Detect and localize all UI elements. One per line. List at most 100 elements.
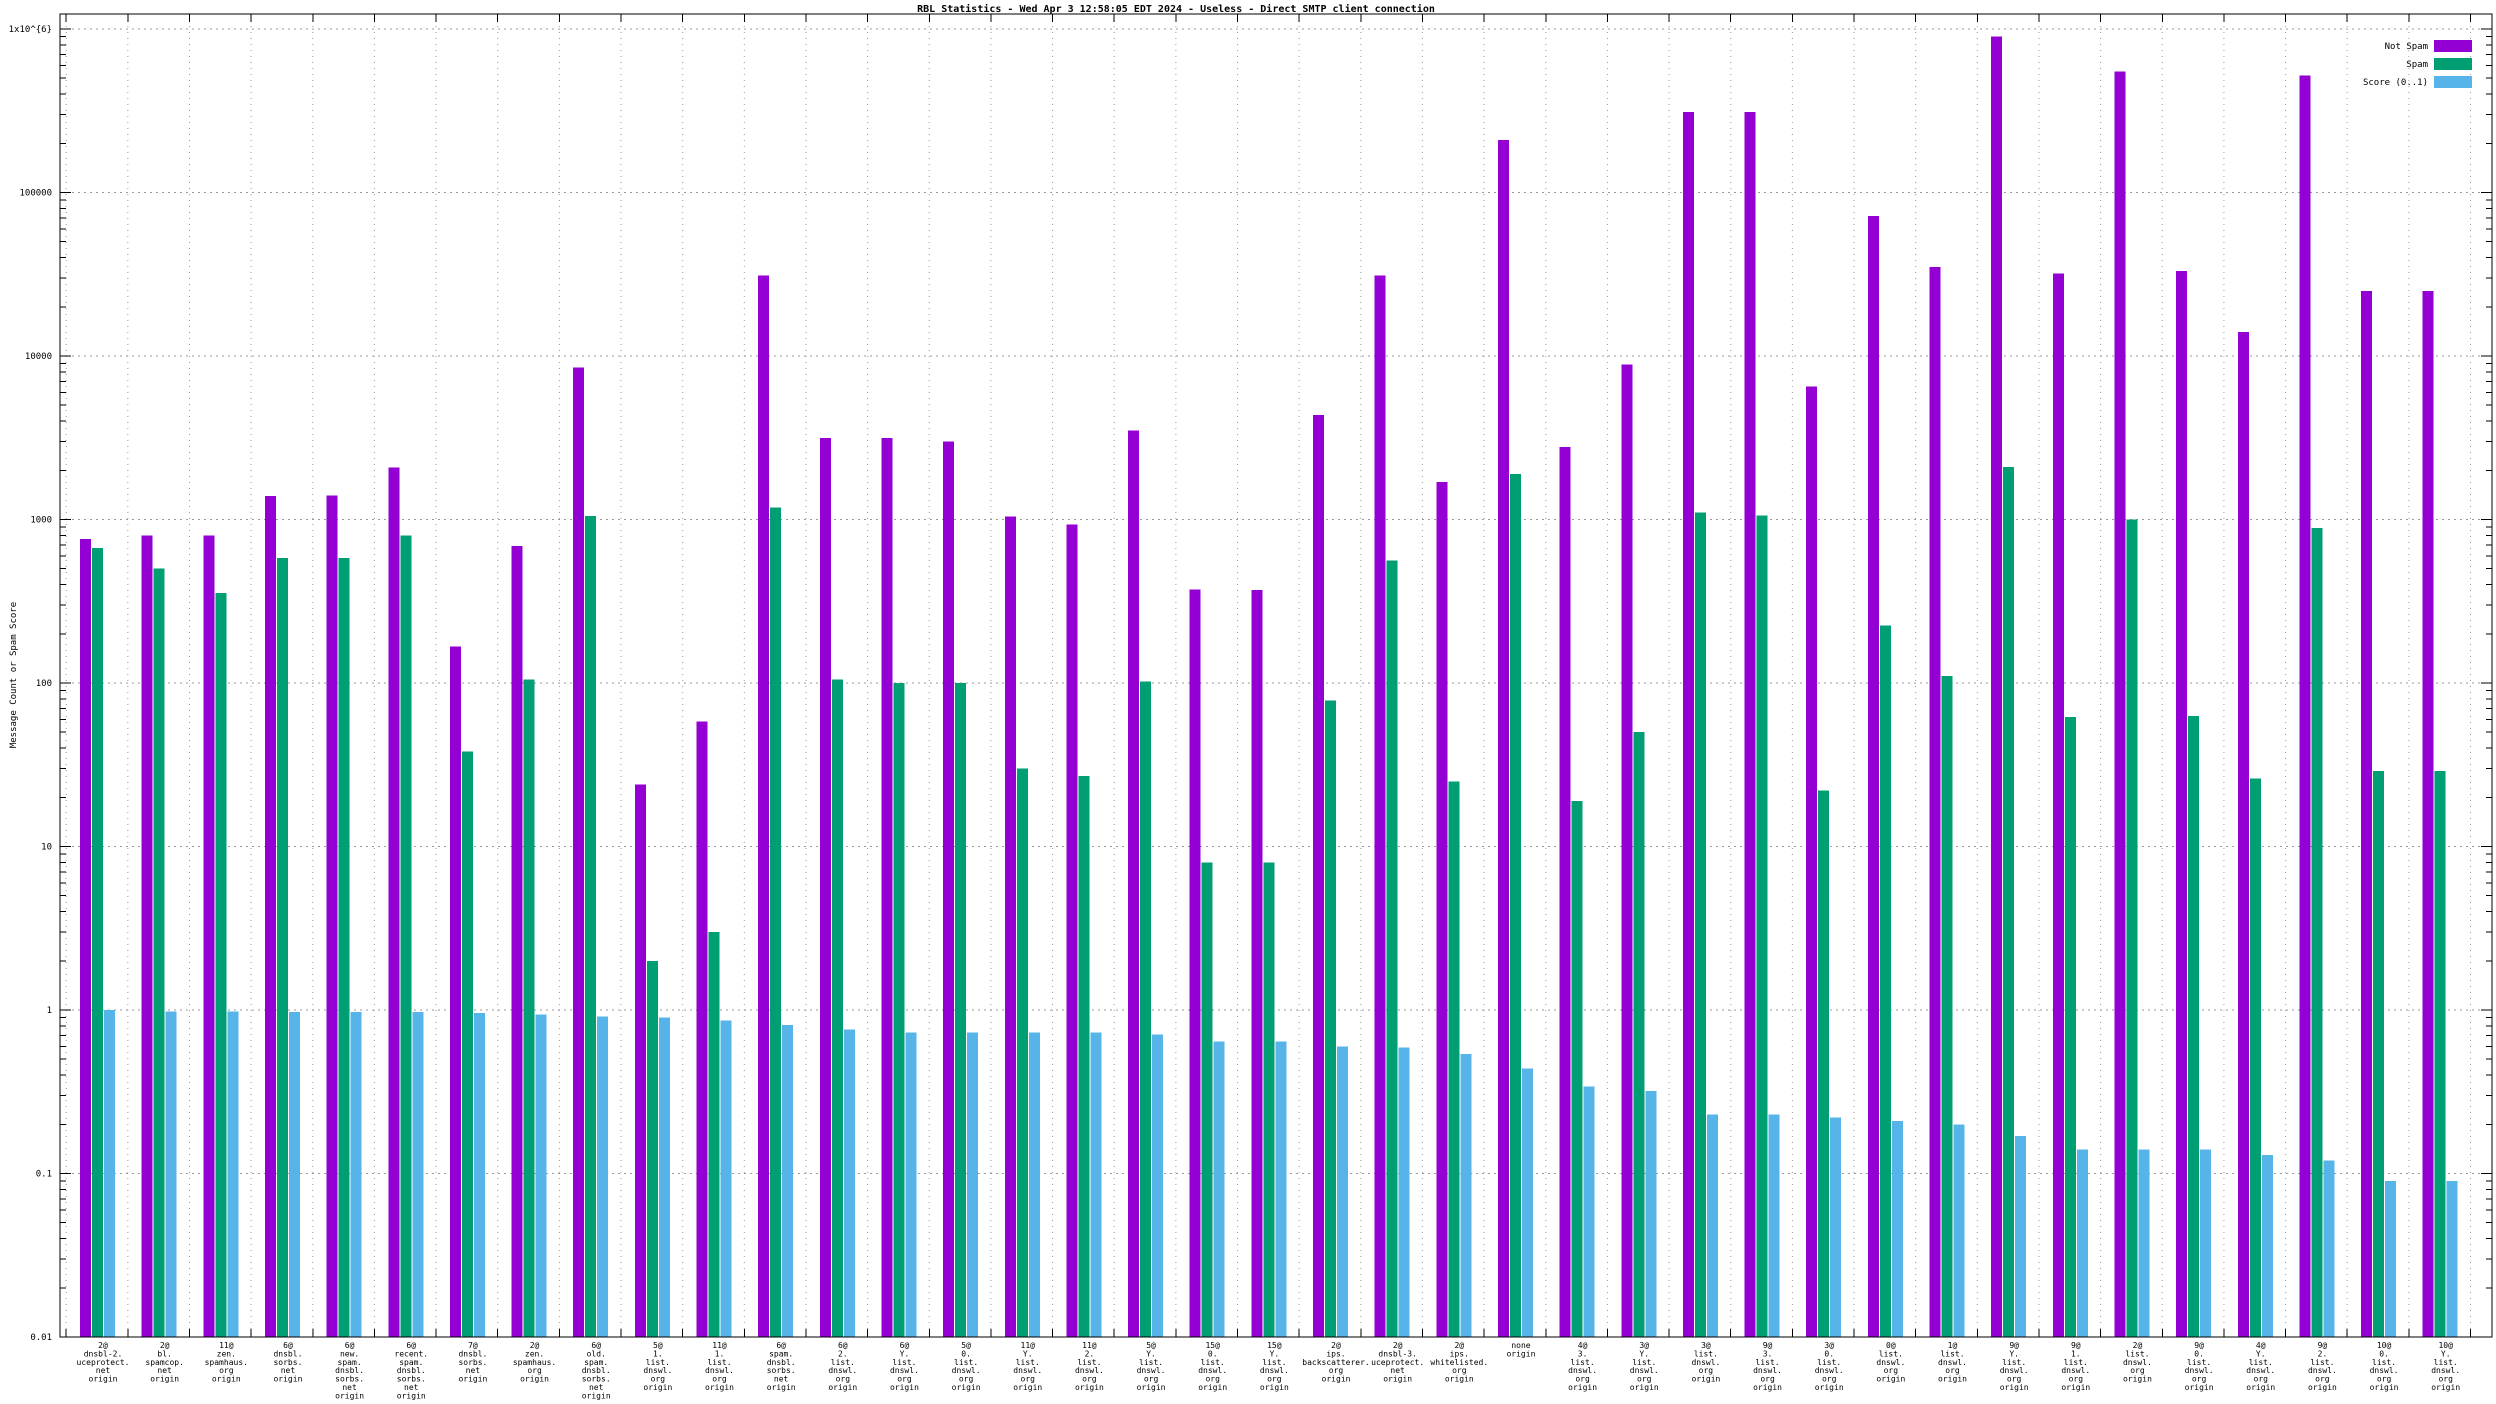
bar-not-spam	[1868, 216, 1879, 1337]
bar-not-spam	[1436, 482, 1447, 1337]
bar-spam	[1818, 791, 1829, 1337]
bar-spam	[277, 558, 288, 1337]
bar-not-spam	[1560, 447, 1571, 1337]
bar-spam	[647, 961, 658, 1337]
x-category-label: origin	[643, 1383, 672, 1392]
bar-not-spam	[2423, 291, 2434, 1337]
legend-label: Score (0..1)	[2363, 78, 2428, 88]
bar-not-spam	[2114, 71, 2125, 1337]
bar-spam	[2003, 467, 2014, 1337]
bar-spam	[709, 932, 720, 1337]
bar-not-spam	[881, 438, 892, 1337]
x-category-label: origin	[1876, 1375, 1905, 1384]
bar-spam	[524, 680, 535, 1337]
bar-spam	[2373, 771, 2384, 1337]
bar-spam	[400, 535, 411, 1337]
y-tick-label: 0.01	[30, 1333, 52, 1343]
y-tick-label: 100000	[19, 189, 52, 199]
bar-spam	[1325, 701, 1336, 1337]
legend-swatch	[2434, 58, 2472, 70]
bar-not-spam	[820, 438, 831, 1337]
bar-spam	[1757, 515, 1768, 1337]
bar-score	[2262, 1155, 2273, 1337]
chart-canvas: 0.010.11101001000100001000001x10^{6}2@dn…	[0, 0, 2496, 1404]
bar-score	[2385, 1181, 2396, 1337]
x-category-label: origin	[2000, 1383, 2029, 1392]
x-category-label: origin	[2185, 1383, 2214, 1392]
legend-label: Spam	[2406, 60, 2428, 70]
bar-not-spam	[1375, 276, 1386, 1337]
bar-spam	[1633, 732, 1644, 1337]
bar-not-spam	[2361, 291, 2372, 1337]
bar-score	[166, 1011, 177, 1337]
y-tick-label: 0.1	[36, 1170, 52, 1180]
x-category-label: origin	[705, 1383, 734, 1392]
bar-not-spam	[1806, 387, 1817, 1337]
y-tick-label: 1000	[30, 516, 52, 526]
axis-labels-layer: 0.010.11101001000100001000001x10^{6}2@dn…	[9, 25, 2461, 1400]
x-category-label: origin	[1506, 1349, 1535, 1358]
x-category-label: origin	[1013, 1383, 1042, 1392]
x-category-label: origin	[1137, 1383, 1166, 1392]
bar-spam	[1017, 768, 1028, 1337]
bar-spam	[2188, 716, 2199, 1337]
bar-score	[1769, 1114, 1780, 1337]
bar-not-spam	[2053, 273, 2064, 1337]
x-category-label: origin	[1075, 1383, 1104, 1392]
bar-spam	[1510, 474, 1521, 1337]
x-category-label: origin	[890, 1383, 919, 1392]
legend-swatch	[2434, 76, 2472, 88]
chart-title: RBL Statistics - Wed Apr 3 12:58:05 EDT …	[917, 3, 1435, 15]
x-category-label: origin	[89, 1375, 118, 1384]
x-category-label: origin	[2308, 1383, 2337, 1392]
legend: Not SpamSpamScore (0..1)	[2363, 40, 2472, 88]
x-category-label: origin	[273, 1375, 302, 1384]
x-category-label: origin	[1630, 1383, 1659, 1392]
bar-not-spam	[697, 722, 708, 1337]
x-category-label: origin	[1938, 1375, 1967, 1384]
x-category-label: origin	[458, 1375, 487, 1384]
bar-not-spam	[943, 441, 954, 1337]
x-category-label: origin	[520, 1375, 549, 1384]
x-category-label: origin	[1691, 1375, 1720, 1384]
y-tick-label: 10	[41, 843, 52, 853]
bar-score	[905, 1032, 916, 1337]
rbl-statistics-chart: 0.010.11101001000100001000001x10^{6}2@dn…	[0, 0, 2496, 1404]
bar-score	[782, 1025, 793, 1337]
bar-not-spam	[2238, 332, 2249, 1337]
bar-spam	[1880, 625, 1891, 1337]
bar-score	[536, 1014, 547, 1337]
bar-not-spam	[1745, 112, 1756, 1337]
bar-spam	[2435, 771, 2446, 1337]
x-category-label: origin	[150, 1375, 179, 1384]
bar-spam	[955, 683, 966, 1337]
bar-score	[1029, 1032, 1040, 1337]
bar-spam	[215, 593, 226, 1337]
x-category-label: origin	[1383, 1375, 1412, 1384]
x-category-label: origin	[1753, 1383, 1782, 1392]
y-tick-label: 1	[47, 1006, 52, 1016]
bar-score	[597, 1017, 608, 1337]
bar-not-spam	[388, 467, 399, 1337]
y-tick-label: 10000	[25, 352, 52, 362]
bar-score	[2015, 1136, 2026, 1337]
bar-score	[967, 1032, 978, 1337]
bar-score	[289, 1012, 300, 1337]
bar-not-spam	[758, 276, 769, 1337]
bar-spam	[1448, 781, 1459, 1337]
y-tick-label: 1x10^{6}	[9, 25, 52, 35]
bar-score	[1584, 1087, 1595, 1337]
x-category-label: origin	[952, 1383, 981, 1392]
bar-spam	[1202, 862, 1213, 1337]
x-category-label: origin	[828, 1383, 857, 1392]
bar-not-spam	[327, 496, 338, 1337]
x-category-label: origin	[1815, 1383, 1844, 1392]
bar-spam	[770, 508, 781, 1337]
bar-not-spam	[1991, 36, 2002, 1337]
bar-not-spam	[1313, 415, 1324, 1337]
x-category-label: origin	[2246, 1383, 2275, 1392]
bar-not-spam	[1128, 431, 1139, 1337]
x-category-label: origin	[2431, 1383, 2460, 1392]
bar-score	[474, 1013, 485, 1337]
bar-spam	[1140, 682, 1151, 1337]
